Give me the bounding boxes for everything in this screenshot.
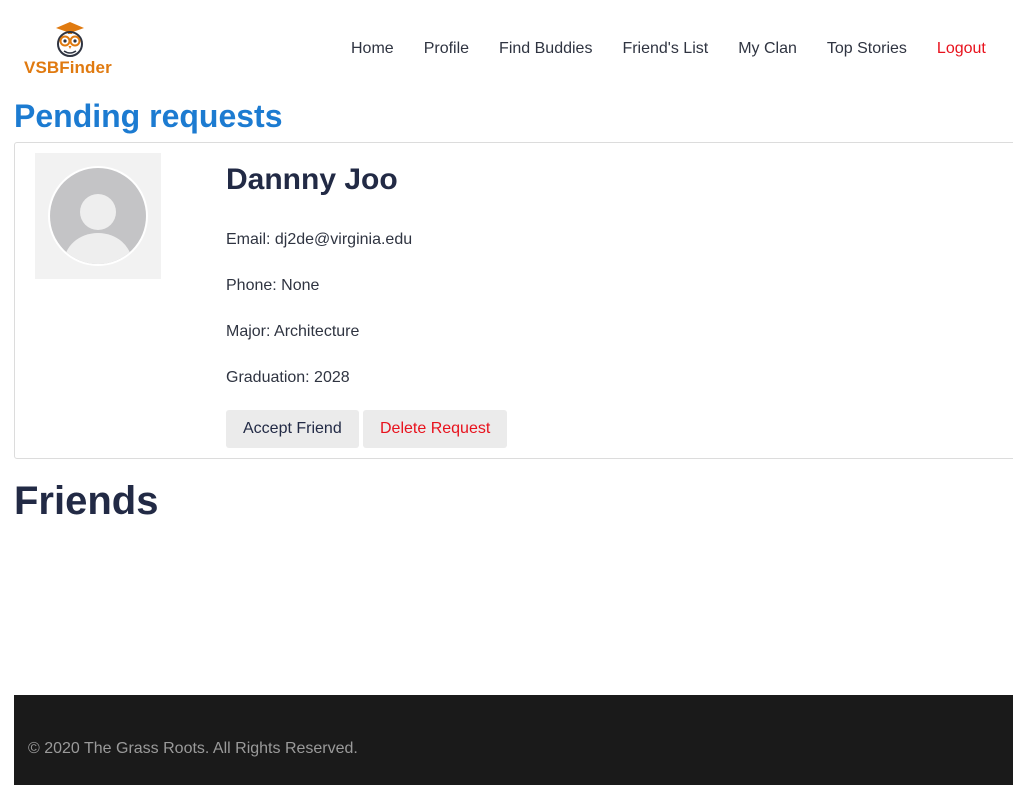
pending-request-card: Dannny Joo Email: dj2de@virginia.edu Pho… <box>14 142 1013 459</box>
default-user-avatar-icon <box>48 166 148 266</box>
requester-email: Email: dj2de@virginia.edu <box>226 231 413 248</box>
pending-requests-heading: Pending requests <box>14 98 283 134</box>
requester-phone: Phone: None <box>226 277 320 294</box>
navbar: VSBFinder Home Profile Find Buddies Frie… <box>0 0 1013 96</box>
friends-heading: Friends <box>14 479 159 523</box>
brand-logo[interactable]: VSBFinder <box>22 22 118 78</box>
nav-find-buddies-link[interactable]: Find Buddies <box>484 38 607 60</box>
owl-graduate-icon <box>56 22 84 57</box>
avatar <box>35 153 161 279</box>
nav-home-link[interactable]: Home <box>336 38 409 60</box>
requester-name: Dannny Joo <box>226 163 398 196</box>
requester-graduation: Graduation: 2028 <box>226 369 350 386</box>
requester-major: Major: Architecture <box>226 323 360 340</box>
copyright-text: © 2020 The Grass Roots. All Rights Reser… <box>28 740 358 757</box>
nav-profile-link[interactable]: Profile <box>409 38 484 60</box>
nav-friends-list-link[interactable]: Friend's List <box>607 38 723 60</box>
accept-friend-button[interactable]: Accept Friend <box>226 410 359 448</box>
nav-menu: Home Profile Find Buddies Friend's List … <box>336 38 1001 60</box>
footer: © 2020 The Grass Roots. All Rights Reser… <box>14 695 1013 785</box>
nav-logout-link[interactable]: Logout <box>922 38 1001 60</box>
delete-request-button[interactable]: Delete Request <box>363 410 508 448</box>
brand-name: VSBFinder <box>24 58 112 77</box>
nav-top-stories-link[interactable]: Top Stories <box>812 38 922 60</box>
nav-my-clan-link[interactable]: My Clan <box>723 38 812 60</box>
